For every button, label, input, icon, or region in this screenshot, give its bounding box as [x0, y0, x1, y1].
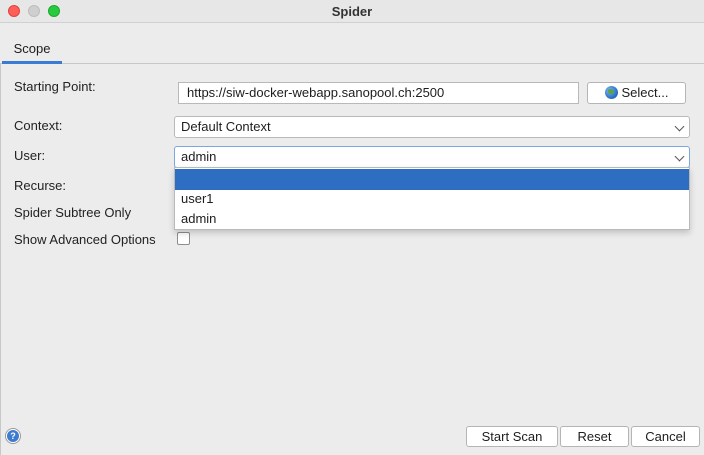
help-icon: ? — [7, 430, 19, 442]
spider-subtree-only-label: Spider Subtree Only — [14, 205, 132, 220]
user-combobox[interactable]: admin — [174, 146, 690, 168]
title-bar: Spider — [0, 0, 704, 23]
user-dropdown-list: user1 admin — [174, 167, 690, 230]
starting-point-field[interactable]: https://siw-docker-webapp.sanopool.ch:25… — [178, 82, 579, 104]
context-value: Default Context — [181, 119, 271, 134]
user-option-empty[interactable] — [175, 169, 689, 190]
starting-point-label: Starting Point: — [14, 79, 96, 94]
chevron-down-icon — [674, 151, 685, 162]
show-advanced-options-label: Show Advanced Options — [14, 232, 156, 247]
tab-bar: Scope — [0, 34, 704, 64]
show-advanced-options-checkbox[interactable] — [177, 232, 190, 245]
recurse-label: Recurse: — [14, 178, 67, 193]
spider-dialog: Spider Scope Starting Point: https://siw… — [0, 0, 704, 455]
context-combobox[interactable]: Default Context — [174, 116, 690, 138]
cancel-button[interactable]: Cancel — [631, 426, 700, 447]
tab-scope[interactable]: Scope — [2, 34, 62, 64]
reset-button[interactable]: Reset — [560, 426, 629, 447]
chevron-down-icon — [674, 121, 685, 132]
globe-icon — [604, 86, 618, 99]
start-scan-button[interactable]: Start Scan — [466, 426, 558, 447]
user-option-user1[interactable]: user1 — [175, 189, 689, 209]
user-label: User: — [14, 148, 46, 163]
context-label: Context: — [14, 118, 63, 133]
panel-border — [0, 64, 1, 455]
help-button[interactable]: ? — [5, 428, 21, 444]
user-option-admin[interactable]: admin — [175, 209, 689, 229]
select-button[interactable]: Select... — [587, 82, 686, 104]
window-title: Spider — [331, 4, 373, 19]
user-value: admin — [181, 149, 217, 164]
select-button-label: Select... — [621, 85, 669, 100]
